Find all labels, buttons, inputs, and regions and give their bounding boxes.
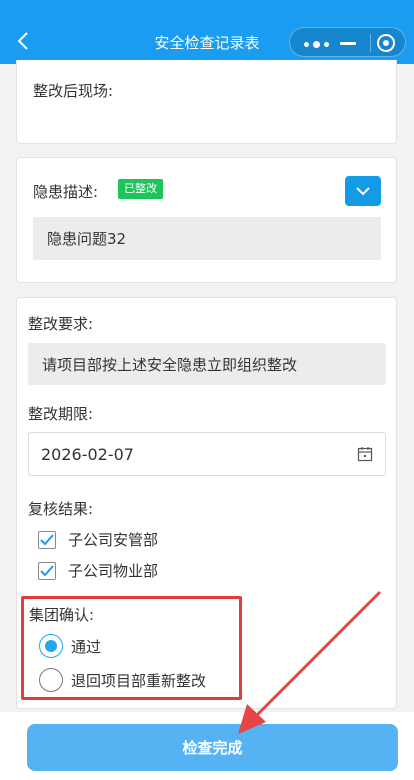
review-label: 复核结果: [28,500,94,518]
radio-label: 退回项目部重新整改 [71,671,207,690]
checkbox-checked[interactable] [38,530,56,549]
minimize-icon[interactable] [340,42,356,45]
check-icon [40,533,54,545]
deadline-date-input[interactable]: 2026-02-07 [28,432,386,476]
deadline-value: 2026-02-07 [41,444,134,464]
calendar-icon[interactable] [357,446,373,462]
checkbox-checked[interactable] [38,561,56,580]
hazard-card: 隐患描述: 已整改 隐患问题32 [16,157,397,283]
nav-header: 安全检查记录表 [0,0,414,64]
radio-selected[interactable] [39,634,63,658]
review-option-property[interactable]: 子公司物业部 [38,560,158,581]
review-option-label: 子公司安管部 [68,531,159,549]
deadline-label: 整改期限: [28,405,94,423]
status-badge: 已整改 [118,179,163,199]
close-target-icon[interactable] [377,34,395,52]
radio-option-return[interactable]: 退回项目部重新整改 [39,668,206,692]
hazard-description-field: 隐患问题32 [33,217,381,260]
radio-unselected[interactable] [39,668,63,692]
expand-button[interactable] [345,176,381,206]
radio-option-pass[interactable]: 通过 [39,634,101,658]
review-option-label: 子公司物业部 [68,562,159,580]
requirement-field: 请项目部按上述安全隐患立即组织整改 [28,343,386,385]
review-option-safety[interactable]: 子公司安管部 [38,529,158,550]
group-confirm-label: 集团确认: [29,606,95,624]
radio-label: 通过 [71,637,102,656]
rectified-scene-card: 整改后现场: [16,60,397,144]
submit-button[interactable]: 检查完成 [27,724,398,771]
check-icon [40,564,54,576]
more-icon[interactable] [304,40,330,48]
requirement-label: 整改要求: [28,315,94,333]
mini-program-capsule [289,27,406,57]
rectified-scene-label: 整改后现场: [33,82,114,100]
hazard-label: 隐患描述: [33,183,99,201]
capsule-divider [370,34,371,52]
chevron-down-icon [356,186,370,195]
